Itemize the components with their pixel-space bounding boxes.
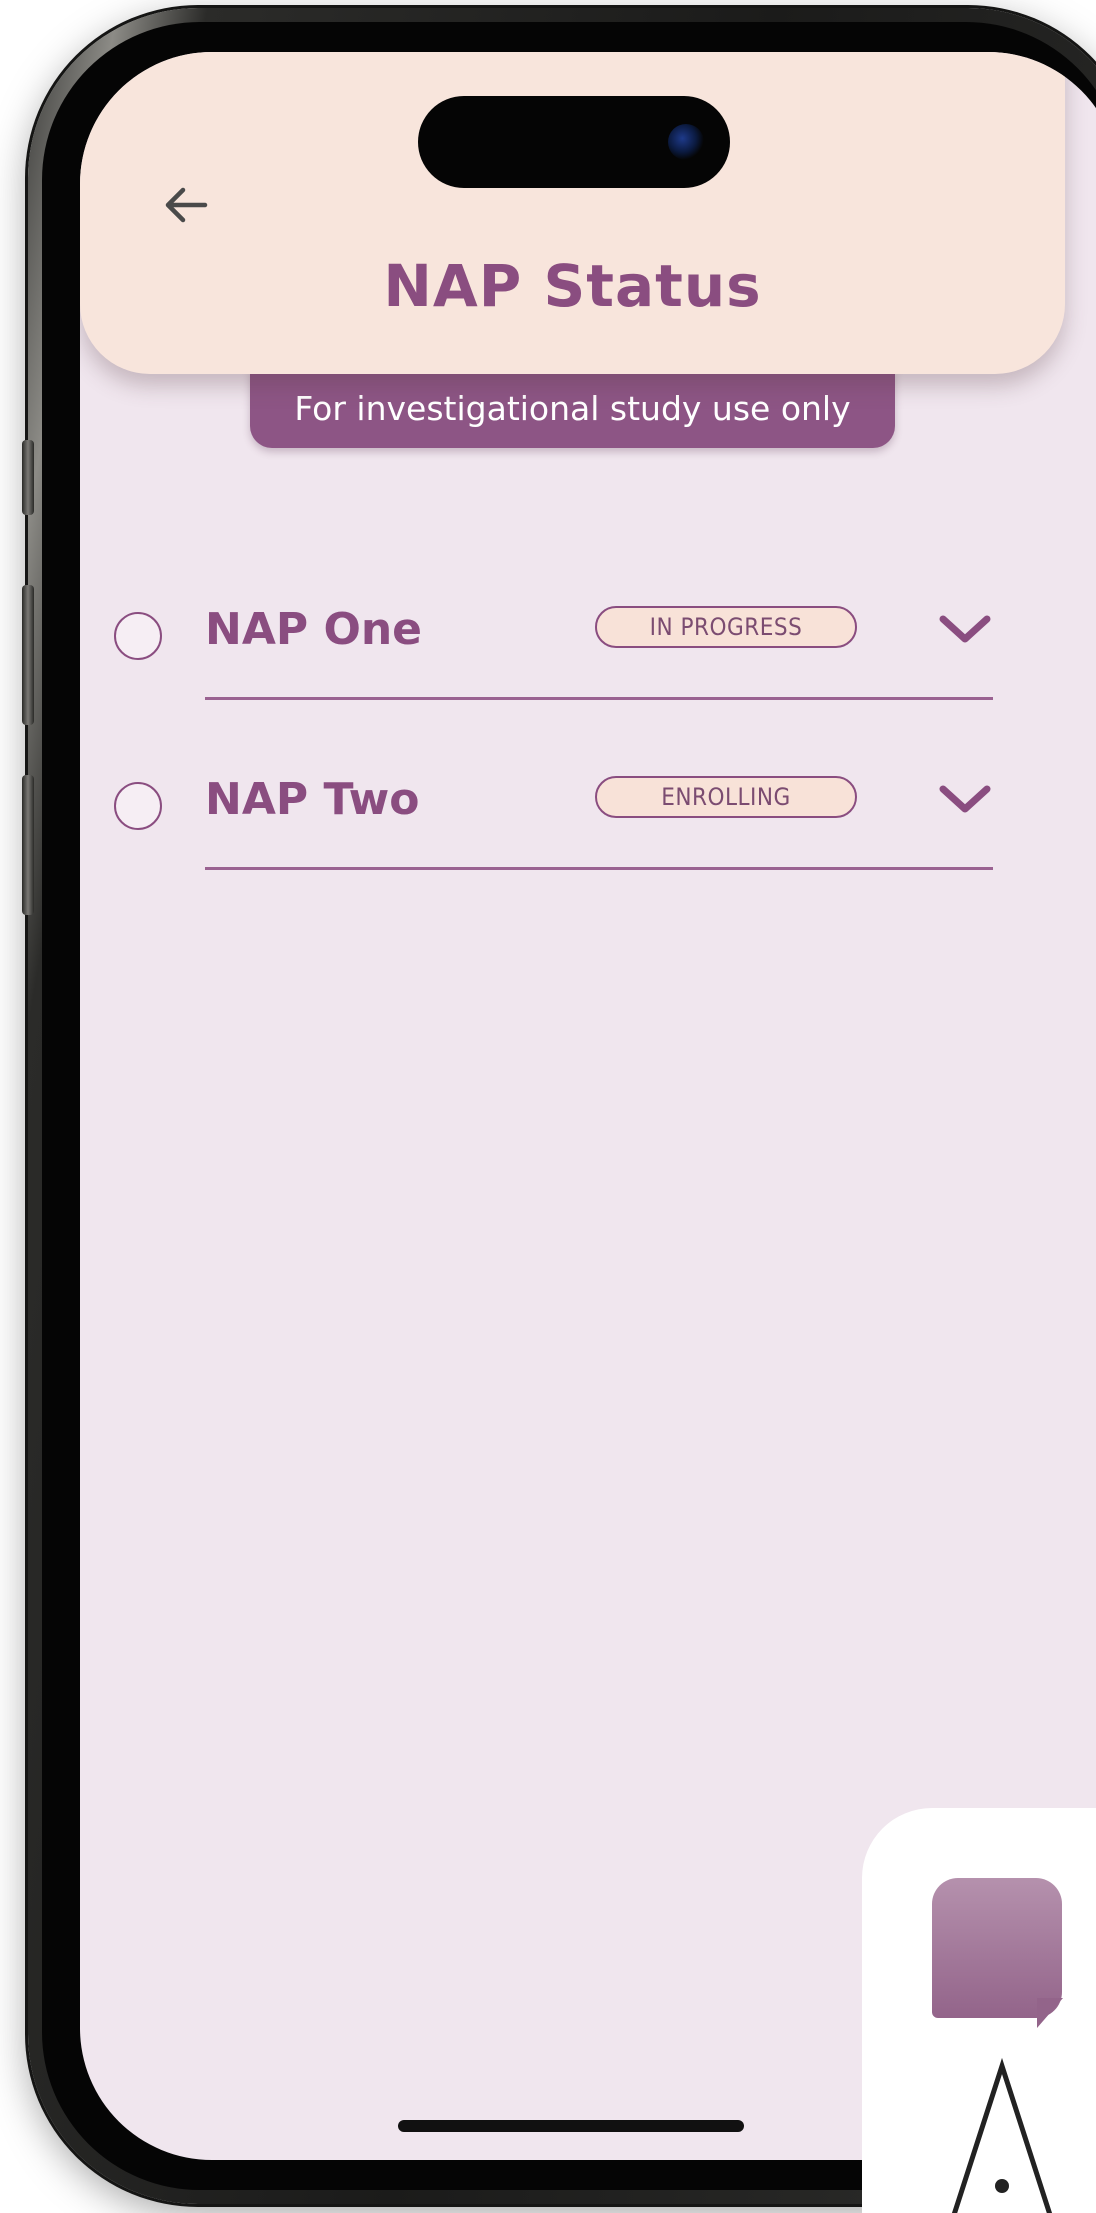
- nap-list-item[interactable]: NAP One IN PROGRESS: [80, 582, 1096, 702]
- logo-ai-lettering: [951, 2057, 1053, 2213]
- expand-button[interactable]: [935, 610, 995, 650]
- row-divider: [205, 697, 993, 700]
- volume-up-button: [22, 585, 34, 725]
- stage: NAP Status For investigational study use…: [0, 0, 1096, 2213]
- nap-list-item[interactable]: NAP Two ENROLLING: [80, 752, 1096, 872]
- nap-select-radio[interactable]: [114, 782, 162, 830]
- nap-select-radio[interactable]: [114, 612, 162, 660]
- arrow-left-icon: [165, 187, 208, 223]
- status-badge: IN PROGRESS: [595, 606, 857, 648]
- chat-bubble-tail: [1037, 1998, 1063, 2028]
- front-camera-icon: [668, 124, 704, 160]
- chevron-down-icon: [939, 785, 991, 813]
- nap-name: NAP Two: [205, 774, 420, 825]
- brand-logo: [862, 1808, 1096, 2213]
- dynamic-island: [418, 96, 730, 188]
- status-badge: ENROLLING: [595, 776, 857, 818]
- home-indicator[interactable]: [398, 2120, 744, 2132]
- page-title: NAP Status: [383, 252, 762, 320]
- chat-bubble-logo-icon: [932, 1878, 1062, 2018]
- nap-name: NAP One: [205, 604, 423, 655]
- volume-down-button: [22, 775, 34, 915]
- row-divider: [205, 867, 993, 870]
- investigational-disclaimer-banner: For investigational study use only: [250, 368, 895, 448]
- expand-button[interactable]: [935, 780, 995, 820]
- back-button[interactable]: [150, 170, 220, 240]
- action-button: [22, 440, 34, 515]
- chevron-down-icon: [939, 615, 991, 643]
